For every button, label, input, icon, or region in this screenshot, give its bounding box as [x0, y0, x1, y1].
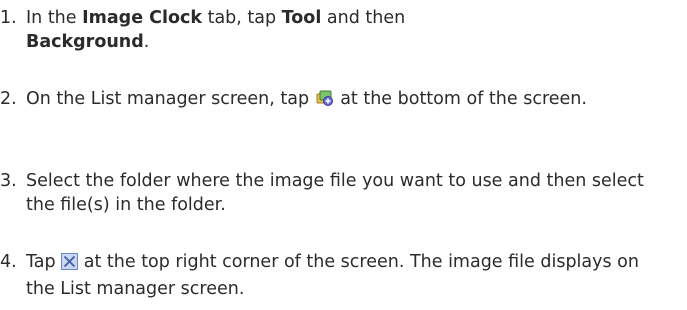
step-4: 4. Tap at the top right corner of the sc… — [0, 250, 660, 301]
step-text: On the List manager screen, tap at the b… — [26, 87, 660, 114]
step-2: 2. On the List manager screen, tap at th… — [0, 87, 660, 114]
step-number: 4. — [0, 252, 17, 272]
step-text: Tap at the top right corner of the scree… — [26, 252, 639, 299]
add-images-icon — [315, 87, 335, 114]
step-text: Select the folder where the image file y… — [26, 171, 644, 215]
step-number: 1. — [0, 8, 17, 28]
image-clock-tab-label: Image Clock — [82, 8, 203, 28]
step-number: 2. — [0, 89, 17, 109]
close-box-icon — [61, 253, 79, 277]
background-label: Background — [26, 32, 144, 52]
tool-label: Tool — [281, 8, 322, 28]
step-text: In the Image Clock tab, tap Tool and the… — [26, 8, 406, 52]
step-number: 3. — [0, 171, 17, 191]
step-1: 1. In the Image Clock tab, tap Tool and … — [0, 6, 660, 54]
step-3: 3. Select the folder where the image fil… — [0, 169, 660, 217]
